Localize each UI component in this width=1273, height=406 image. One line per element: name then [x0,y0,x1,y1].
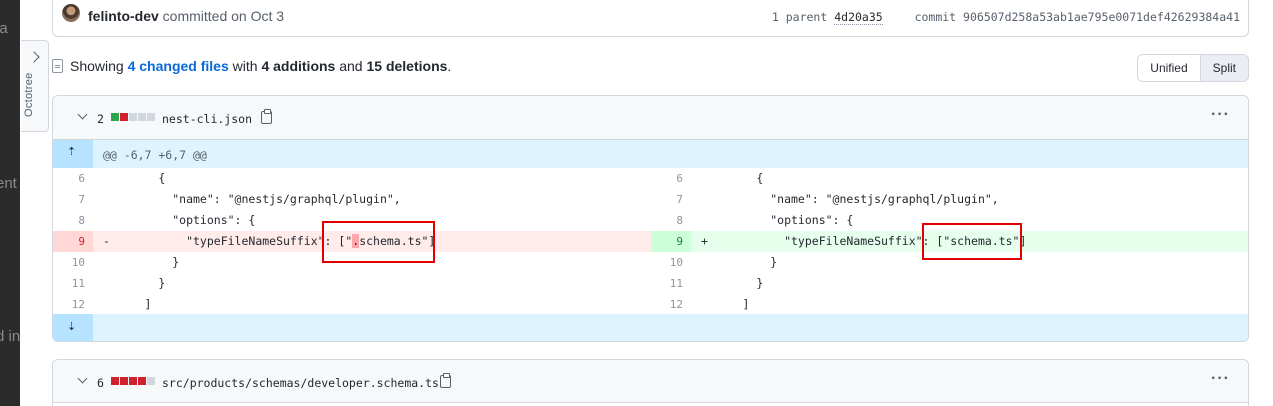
additions-count: 4 additions [261,58,336,74]
deletions-count: 15 deletions [366,58,448,74]
summary-end: . [447,58,452,74]
clipboard-icon[interactable] [440,373,451,388]
line-number[interactable]: 7 [651,189,691,210]
background-window: la ent d in [0,0,20,406]
diffstat-blocks [111,113,155,121]
annotation-box-deleted [322,221,435,263]
chevron-right-icon [28,51,40,63]
line-number[interactable]: 12 [651,294,691,315]
background-text: la [0,20,8,37]
file-diff: 2 nest-cli.json ··· ⇡ @@ -6,7 +6,7 @@ 6 … [52,95,1249,342]
hunk-header: ⇡ @@ -6,7 +6,7 @@ [53,140,1248,168]
diffstat-blocks [111,377,155,385]
expand-up-button[interactable]: ⇡ [53,140,93,168]
line-number[interactable]: 7 [53,189,93,210]
commit-author-line: felinto-dev committed on Oct 3 [88,8,284,24]
line-number[interactable]: 11 [651,273,691,294]
code-line: "name": "@nestjs/graphql/plugin", [701,192,999,206]
expand-down-button[interactable]: ⇣ [53,314,93,341]
commit-header: felinto-dev committed on Oct 3 1 parent … [52,0,1249,37]
diff-summary: Showing 4 changed files with 4 additions… [52,58,451,74]
commit-action: committed on Oct 3 [162,8,285,24]
line-number[interactable]: 6 [651,168,691,189]
file-diff: 6 src/products/schemas/developer.schema.… [52,359,1249,406]
parent-hash-link[interactable]: 4d20a35 [834,10,883,25]
clipboard-icon[interactable] [261,109,272,124]
code-line: } [103,255,180,269]
commit-hash: 906507d258a53ab1ae795e0071def42629384a41 [963,10,1240,24]
expand-up-icon: ⇡ [67,146,77,158]
annotation-box-added [922,223,1022,260]
hunk-range: @@ -6,7 +6,7 @@ [103,148,207,162]
parent-label: 1 parent [771,10,828,24]
line-number[interactable]: 10 [53,252,93,273]
background-text: d in [0,328,20,345]
expand-down-icon: ⇣ [67,321,77,333]
unified-button[interactable]: Unified [1138,55,1201,81]
avatar[interactable] [62,4,80,22]
code-line: } [103,276,166,290]
line-number[interactable]: 11 [53,273,93,294]
code-line: ] [701,297,750,311]
line-number[interactable]: 9 [651,231,691,252]
file-header: 6 src/products/schemas/developer.schema.… [53,360,1248,403]
code-line: ] [103,297,152,311]
chevron-down-icon[interactable] [77,373,88,384]
file-header: 2 nest-cli.json ··· [53,96,1248,140]
kebab-icon[interactable]: ··· [1211,370,1230,388]
file-diff-icon [52,59,63,73]
line-number[interactable]: 9 [53,231,93,252]
background-text: ent [0,175,17,192]
file-name-link[interactable]: nest-cli.json [162,112,252,126]
summary-prefix: Showing [70,58,124,74]
expand-bar: ⇣ [53,314,1248,341]
octotree-label: Octotree [23,72,35,117]
diff-view-toggle: Unified Split [1137,54,1249,82]
file-name-link[interactable]: src/products/schemas/developer.schema.ts [162,376,439,390]
change-count: 2 [97,112,104,126]
commit-meta: 1 parent 4d20a35 commit 906507d258a53ab1… [771,10,1240,25]
code-line: } [701,255,778,269]
chevron-down-icon[interactable] [77,109,88,120]
octotree-toggle[interactable]: Octotree [21,40,49,132]
code-line: "options": { [103,213,256,227]
code-line: } [701,276,764,290]
kebab-icon[interactable]: ··· [1211,106,1230,124]
code-line: "options": { [701,213,854,227]
line-number[interactable]: 10 [651,252,691,273]
line-number[interactable]: 8 [53,210,93,231]
code-line: { [103,171,166,185]
changed-files-link[interactable]: 4 changed files [128,58,229,74]
summary-and: and [339,58,363,74]
line-number[interactable]: 12 [53,294,93,315]
code-line: { [701,171,764,185]
summary-with: with [232,58,258,74]
line-number[interactable]: 8 [651,210,691,231]
commit-label: commit [914,10,957,24]
line-number[interactable]: 6 [53,168,93,189]
author-link[interactable]: felinto-dev [88,8,159,24]
change-count: 6 [97,376,104,390]
split-button[interactable]: Split [1200,55,1248,81]
code-line: "name": "@nestjs/graphql/plugin", [103,192,401,206]
